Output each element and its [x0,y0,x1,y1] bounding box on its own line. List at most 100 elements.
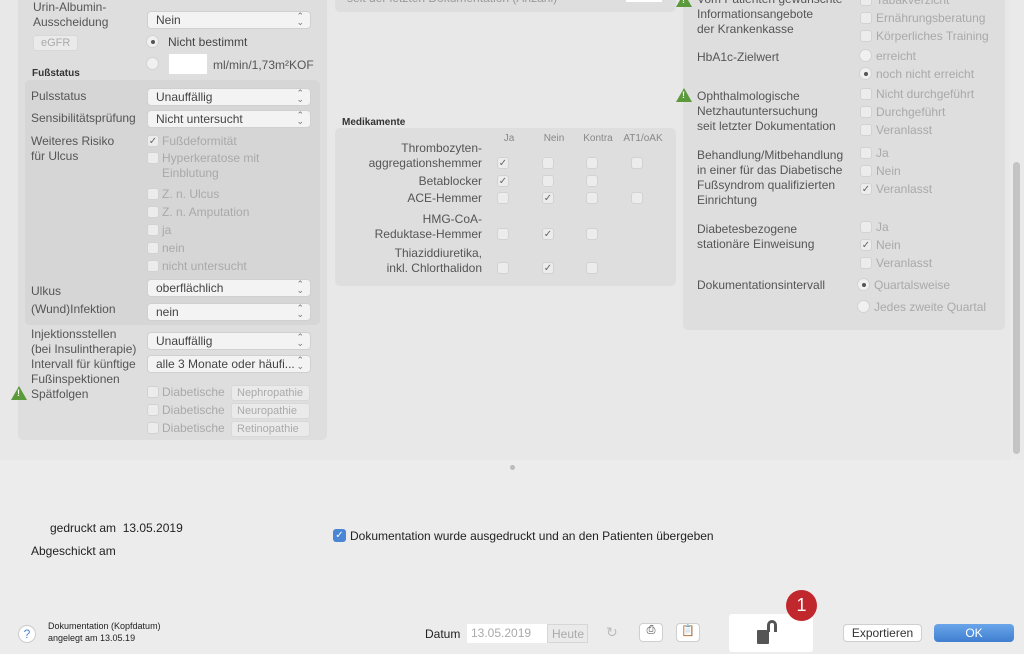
med-checkbox[interactable] [586,192,598,204]
med-checkbox[interactable] [542,175,554,187]
med-checkbox[interactable] [497,262,509,274]
med-checkbox[interactable] [497,192,509,204]
spaetfolgen-prefix: Diabetische [162,421,225,435]
ophthalmo-label: Ophthalmologische Netzhautuntersuchung s… [697,89,836,133]
intervall-select[interactable]: alle 3 Monate oder häufi... [147,355,311,373]
printed-checkbox[interactable]: ✓ [333,529,346,542]
injektion-select[interactable]: Unauffällig [147,332,311,350]
ok-button[interactable]: OK [934,624,1014,642]
risiko-option-label: nicht untersucht [162,259,247,273]
med-checkbox[interactable]: ✓ [497,157,509,169]
info-option-label: Körperliches Training [876,29,989,43]
spaetfolgen-checkbox[interactable] [147,386,159,398]
ophthalmo-checkbox[interactable] [860,88,872,100]
fussstatus-title: Fußstatus [32,68,80,79]
med-checkbox[interactable]: ✓ [542,228,554,240]
infektion-select[interactable]: nein [147,303,311,321]
med-checkbox[interactable] [586,175,598,187]
med-row-label: Betablocker [418,174,482,188]
urin-label: Urin-Albumin- Ausscheidung [33,0,109,29]
radio-button[interactable] [857,300,870,313]
pulsstatus-select[interactable]: Unauffällig [147,88,311,106]
risiko-option-label: ja [162,223,172,237]
med-checkbox[interactable] [497,228,509,240]
split-handle[interactable] [510,465,515,470]
scrollbar-thumb[interactable] [1013,162,1020,454]
doc-info-title: Dokumentation (Kopfdatum) [48,621,161,631]
clipboard-button[interactable]: 📋 [676,623,700,642]
med-checkbox[interactable] [542,157,554,169]
stationaer-checkbox[interactable] [860,257,872,269]
med-checkbox[interactable] [631,192,643,204]
ophthalmo-checkbox[interactable] [860,124,872,136]
med-column-header: AT1/oAK [623,133,663,144]
help-button[interactable]: ? [18,625,36,643]
med-checkbox[interactable] [586,228,598,240]
radio-button[interactable] [146,35,159,48]
export-button[interactable]: Exportieren [843,624,922,642]
med-checkbox[interactable]: ✓ [542,262,554,274]
info-option-label: Ernährungsberatung [876,11,986,25]
risiko-checkbox[interactable]: ✓ [147,135,159,147]
count-label: seit der letzten Dokumentation (Anzahl) [347,0,557,6]
med-checkbox[interactable]: ✓ [497,175,509,187]
spaetfolgen-checkbox[interactable] [147,404,159,416]
spaetfolgen-field[interactable]: Retinopathie [231,421,310,437]
warning-icon [676,0,692,7]
info-checkbox[interactable] [860,12,872,24]
spaetfolgen-checkbox[interactable] [147,422,159,434]
behandlung-checkbox[interactable] [860,165,872,177]
datum-label: Datum [425,627,461,641]
warning-icon [11,386,27,400]
infektion-label: (Wund)Infektion [31,302,116,316]
risiko-checkbox[interactable] [147,242,159,254]
stationaer-option-label: Ja [876,220,889,234]
risiko-label: Weiteres Risiko für Ulcus [31,134,115,163]
abgeschickt-label: Abgeschickt am [31,544,116,558]
risiko-checkbox[interactable] [147,260,159,272]
stationaer-option-label: Veranlasst [876,256,933,270]
dokuintervall-option-label: Quartalsweise [874,278,951,292]
radio-button[interactable] [859,67,872,80]
count-input[interactable] [626,0,662,2]
medikamente-title: Medikamente [342,117,406,128]
risiko-checkbox[interactable] [147,152,159,164]
spaetfolgen-field[interactable]: Nephropathie [231,385,310,401]
stationaer-checkbox[interactable]: ✓ [860,239,872,251]
risiko-checkbox[interactable] [147,188,159,200]
datum-input[interactable]: 13.05.2019 [467,624,547,643]
risiko-checkbox[interactable] [147,206,159,218]
urin-select[interactable]: Nein [147,11,311,29]
refresh-icon[interactable]: ↻ [606,624,618,641]
med-checkbox[interactable] [586,157,598,169]
ophthalmo-checkbox[interactable] [860,106,872,118]
radio-button[interactable] [857,278,870,291]
info-checkbox[interactable] [860,0,872,6]
med-checkbox[interactable] [586,262,598,274]
behandlung-checkbox[interactable] [860,147,872,159]
risiko-option-label: Z. n. Amputation [162,205,250,219]
print-button[interactable]: ⎙ [639,623,663,642]
hba1c-option-label: noch nicht erreicht [876,67,975,81]
egfr-input[interactable] [169,54,207,74]
med-row-label: Thrombozyten- aggregationshemmer [368,141,482,170]
risiko-option-label: Fußdeformität [162,134,237,148]
risiko-option-label: nein [162,241,185,255]
spaetfolgen-label: Spätfolgen [31,387,89,401]
risiko-checkbox[interactable] [147,224,159,236]
sensibilitaet-select[interactable]: Nicht untersucht [147,110,311,128]
info-checkbox[interactable] [860,30,872,42]
med-checkbox[interactable]: ✓ [542,192,554,204]
risiko-option-label: Z. n. Ulcus [162,187,220,201]
ulkus-select[interactable]: oberflächlich [147,279,311,297]
spaetfolgen-field[interactable]: Neuropathie [231,403,310,419]
info-label: Vom Patienten gewünschte Informationsang… [697,0,842,36]
stationaer-checkbox[interactable] [860,221,872,233]
radio-button[interactable] [146,57,159,70]
radio-button[interactable] [859,49,872,62]
med-checkbox[interactable] [631,157,643,169]
egfr-button[interactable]: eGFR [33,35,79,51]
behandlung-option-label: Ja [876,146,889,160]
heute-button[interactable]: Heute [547,624,588,643]
behandlung-checkbox[interactable]: ✓ [860,183,872,195]
